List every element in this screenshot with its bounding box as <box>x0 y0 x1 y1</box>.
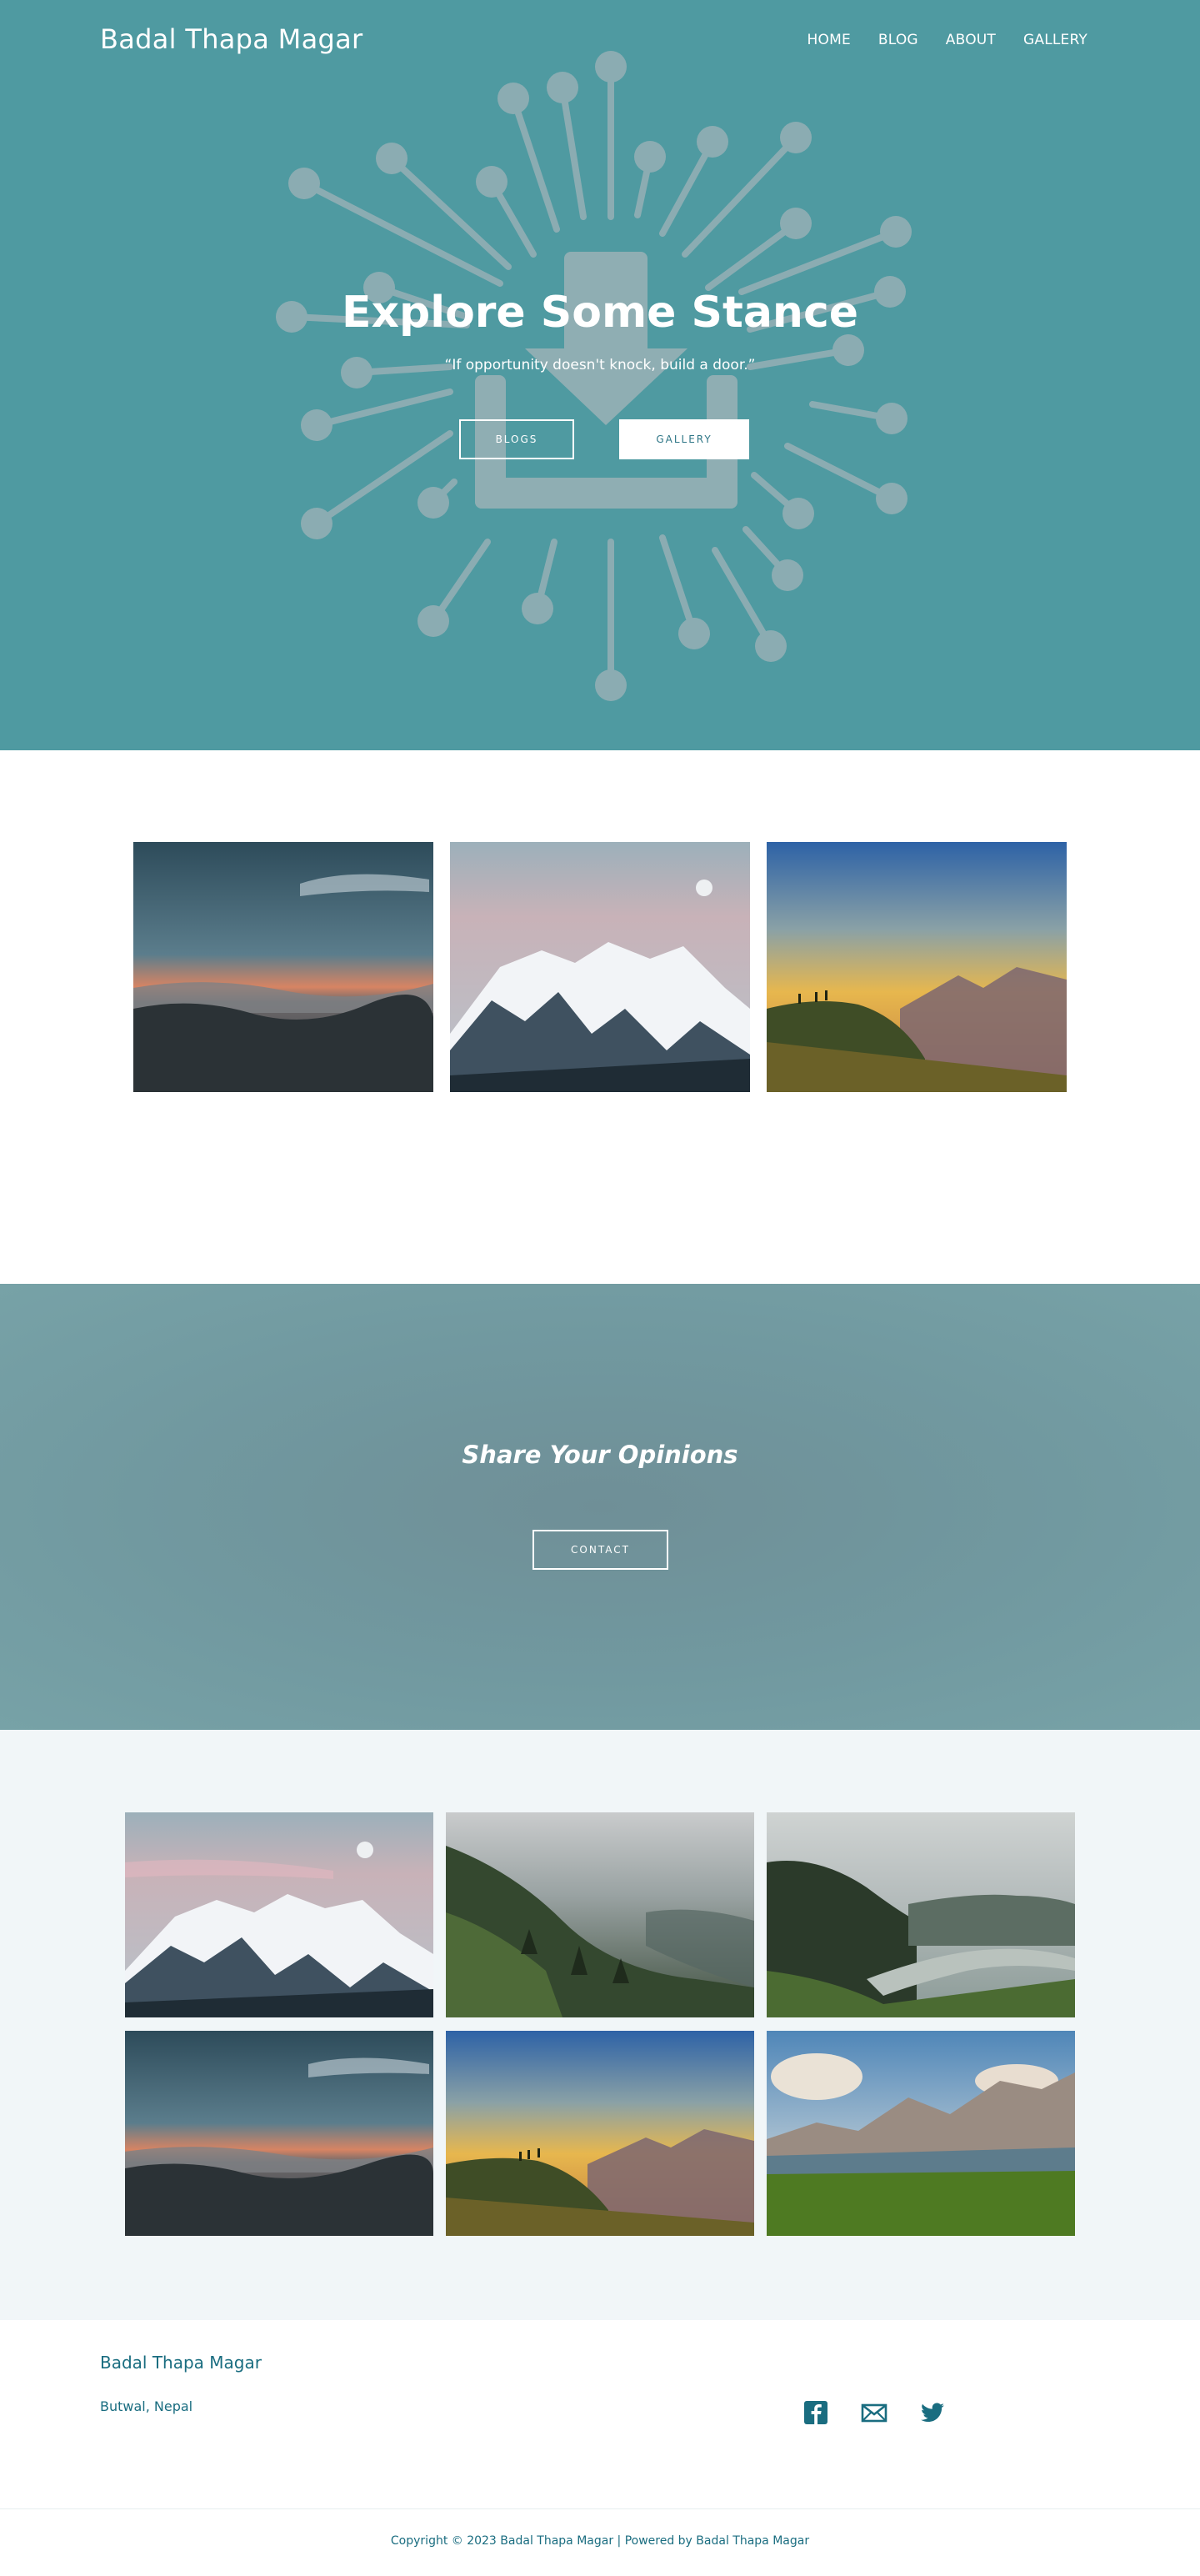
footer-location: Butwal, Nepal <box>100 2398 193 2414</box>
gallery-grid <box>125 1812 1075 2236</box>
facebook-icon[interactable] <box>802 2399 829 2426</box>
gallery-photo-sunset-cloud-sea[interactable] <box>125 2031 433 2236</box>
footer-site-name: Badal Thapa Magar <box>100 2353 262 2373</box>
contact-button[interactable]: CONTACT <box>532 1530 668 1570</box>
nav-gallery[interactable]: GALLERY <box>1023 32 1088 48</box>
site-title[interactable]: Badal Thapa Magar <box>100 23 362 55</box>
nav-blog[interactable]: BLOG <box>878 32 918 48</box>
gallery-photo-hikers-ridge-sunset[interactable] <box>446 2031 754 2236</box>
gallery-photo-lake-mountains[interactable] <box>767 2031 1075 2236</box>
blogs-button[interactable]: BLOGS <box>459 419 574 459</box>
hero-title: Explore Some Stance <box>341 288 859 338</box>
opinion-section <box>0 1284 1200 1730</box>
copyright-text: Copyright © 2023 Badal Thapa Magar | Pow… <box>390 2534 810 2548</box>
gallery-photo-river-valley-hills[interactable] <box>767 1812 1075 2017</box>
gallery-photo-snowy-mountain-moon[interactable] <box>125 1812 433 2017</box>
photo-snowy-mountain-moon[interactable] <box>450 842 750 1092</box>
mail-icon[interactable] <box>861 2399 888 2426</box>
opinion-title: Share Your Opinions <box>462 1441 738 1469</box>
photo-sunset-cloud-sea[interactable] <box>133 842 433 1092</box>
hero-quote: “If opportunity doesn't knock, build a d… <box>444 357 756 373</box>
twitter-icon[interactable] <box>919 2399 946 2426</box>
nav-about[interactable]: ABOUT <box>946 32 996 48</box>
nav-home[interactable]: HOME <box>808 32 851 48</box>
featured-photos <box>133 842 1067 1092</box>
photo-hikers-ridge-sunset[interactable] <box>767 842 1067 1092</box>
hero-background-illustration <box>276 51 912 701</box>
hero-section: Badal Thapa Magar HOME BLOG ABOUT GALLER… <box>0 0 1200 750</box>
gallery-button[interactable]: GALLERY <box>619 419 749 459</box>
main-nav: HOME BLOG ABOUT GALLERY <box>808 32 1088 48</box>
social-links <box>802 2399 946 2426</box>
footer-divider <box>0 2508 1200 2509</box>
gallery-photo-misty-forest-valley[interactable] <box>446 1812 754 2017</box>
